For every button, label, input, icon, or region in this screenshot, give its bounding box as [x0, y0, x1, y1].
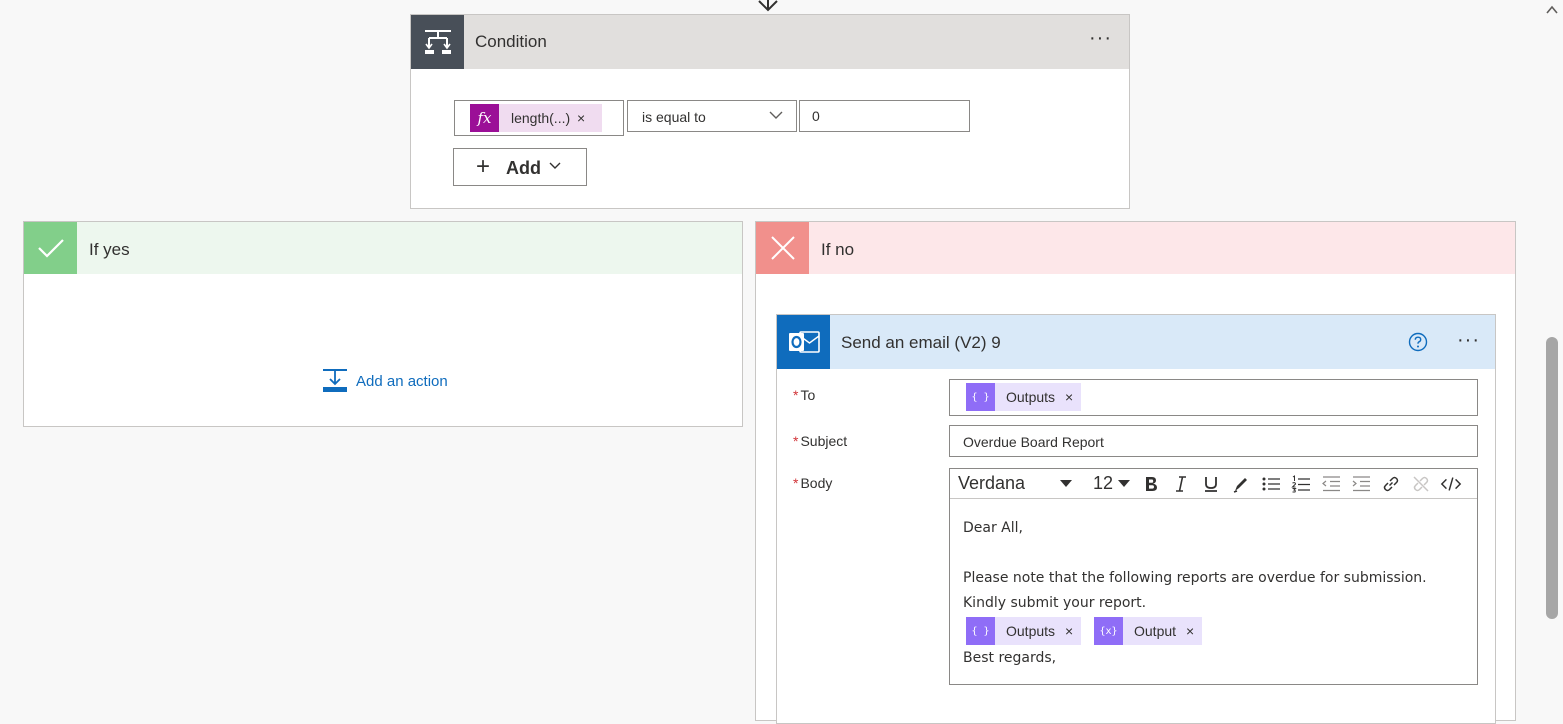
dynamic-content-icon: { } [966, 617, 995, 645]
remove-token-icon[interactable]: × [577, 110, 585, 126]
body-line: Dear All, [963, 520, 1023, 536]
send-email-header[interactable]: Send an email (V2) 9 ··· [777, 315, 1495, 369]
required-mark: * [793, 387, 799, 403]
bullet-list-icon[interactable] [1260, 473, 1282, 495]
condition-left-operand[interactable]: fx length(...) × [454, 100, 624, 136]
add-condition-button[interactable]: + Add [453, 148, 587, 186]
fx-icon: fx [470, 104, 499, 132]
chevron-down-icon [549, 162, 561, 169]
remove-token-icon[interactable]: × [1186, 623, 1194, 639]
increase-indent-icon[interactable] [1350, 473, 1372, 495]
if-yes-title: If yes [89, 240, 130, 259]
subject-field-label: * Subject [793, 433, 847, 449]
body-label-text: Body [800, 475, 833, 491]
rich-text-toolbar: Verdana 12 [950, 469, 1477, 499]
if-no-title: If no [821, 240, 855, 259]
to-label-text: To [800, 387, 816, 403]
body-field-label: * Body [793, 475, 832, 491]
send-email-card: Send an email (V2) 9 ··· * To { } Outputs… [776, 314, 1496, 724]
required-mark: * [793, 475, 799, 491]
to-field-label: * To [793, 387, 815, 403]
italic-icon[interactable] [1170, 473, 1192, 495]
dynamic-content-icon: { } [966, 383, 995, 411]
add-button-label: Add [506, 158, 541, 178]
down-arrow-icon [758, 0, 778, 12]
font-family-select[interactable]: Verdana [958, 473, 1025, 494]
close-icon [756, 222, 809, 274]
body-editor[interactable]: Verdana 12 Dear All, Please note that th… [949, 468, 1478, 685]
expression-token[interactable]: fx length(...) × [470, 104, 602, 132]
underline-icon[interactable] [1200, 473, 1222, 495]
more-options-icon[interactable]: ··· [1457, 330, 1480, 350]
condition-header[interactable]: Condition ··· [411, 15, 1129, 69]
plus-icon: + [476, 153, 491, 180]
outlook-icon [777, 315, 830, 369]
unlink-icon[interactable] [1410, 473, 1432, 495]
bold-icon[interactable] [1140, 473, 1162, 495]
more-options-icon[interactable]: ··· [1089, 28, 1112, 48]
dynamic-content-token[interactable]: {x} Output × [1094, 617, 1203, 645]
code-view-icon[interactable] [1440, 473, 1462, 495]
scroll-up-icon[interactable] [1545, 4, 1559, 16]
body-line: Kindly submit your report. [963, 595, 1147, 611]
scrollbar-thumb[interactable] [1546, 337, 1558, 619]
dynamic-content-token[interactable]: { } Outputs × [966, 617, 1082, 645]
text-color-icon[interactable] [1230, 473, 1252, 495]
required-mark: * [793, 433, 799, 449]
remove-token-icon[interactable]: × [1065, 623, 1073, 639]
variable-icon: {x} [1094, 617, 1123, 645]
add-action-link[interactable]: Add an action [322, 368, 448, 394]
link-icon[interactable] [1380, 473, 1402, 495]
condition-value-input[interactable]: 0 [799, 100, 970, 132]
condition-title: Condition [475, 32, 547, 51]
condition-icon [411, 15, 464, 69]
subject-input[interactable]: Overdue Board Report [949, 425, 1478, 457]
body-line: Please note that the following reports a… [963, 570, 1427, 586]
if-yes-branch: If yes Add an action [23, 221, 743, 427]
checkmark-icon [24, 222, 77, 274]
operator-value: is equal to [642, 109, 706, 125]
token-label: Outputs [1006, 623, 1056, 639]
token-label: Output [1134, 623, 1177, 639]
add-action-icon [323, 369, 347, 392]
send-email-title: Send an email (V2) 9 [841, 333, 1001, 352]
token-label: Outputs [1006, 389, 1056, 405]
caret-down-icon[interactable] [1060, 480, 1072, 488]
subject-label-text: Subject [800, 433, 848, 449]
condition-card: Condition ··· fx length(...) × is equal … [410, 14, 1130, 209]
decrease-indent-icon[interactable] [1320, 473, 1342, 495]
help-icon[interactable] [1408, 332, 1428, 352]
chevron-down-icon [769, 111, 783, 119]
operator-dropdown[interactable]: is equal to [627, 100, 797, 132]
remove-token-icon[interactable]: × [1065, 389, 1073, 405]
expression-token-label: length(...) [511, 110, 571, 126]
numbered-list-icon[interactable] [1290, 473, 1312, 495]
if-yes-header[interactable]: If yes [24, 222, 742, 274]
caret-down-icon[interactable] [1118, 480, 1130, 488]
body-line: Best regards, [963, 650, 1057, 666]
dynamic-content-token[interactable]: { } Outputs × [966, 383, 1082, 411]
font-size-select[interactable]: 12 [1093, 473, 1113, 494]
add-action-label: Add an action [356, 372, 448, 390]
if-no-header[interactable]: If no [756, 222, 1515, 274]
to-field[interactable]: { } Outputs × [949, 379, 1478, 416]
